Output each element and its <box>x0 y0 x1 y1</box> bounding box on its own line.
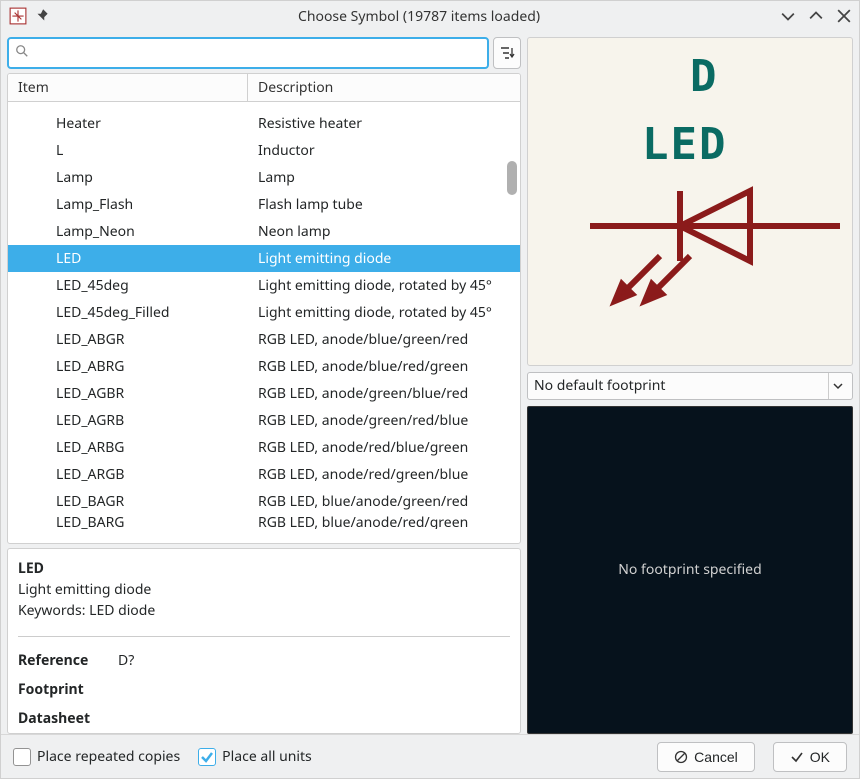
item-cell: LED_ARGB <box>8 465 248 484</box>
desc-cell: Resistive heater <box>248 114 520 133</box>
table-row[interactable]: LED_45degLight emitting diode, rotated b… <box>8 272 520 299</box>
place-all-label: Place all units <box>222 747 312 766</box>
table-row[interactable]: LED_AGBRRGB LED, anode/green/blue/red <box>8 380 520 407</box>
detail-field: ReferenceD? <box>18 651 510 670</box>
table-row[interactable]: LED_ABGRRGB LED, anode/blue/green/red <box>8 326 520 353</box>
chevron-down-icon <box>828 373 846 399</box>
desc-cell: RGB LED, blue/anode/red/green <box>248 515 520 529</box>
footprint-preview: No footprint specified <box>527 406 853 735</box>
detail-keywords: Keywords: LED diode <box>18 601 510 620</box>
preview-name: LED <box>642 119 727 170</box>
desc-cell: Neon lamp <box>248 222 520 241</box>
scrollbar-thumb[interactable] <box>507 161 517 195</box>
place-repeated-checkbox[interactable]: Place repeated copies <box>13 747 180 766</box>
desc-cell: RGB LED, anode/blue/red/green <box>248 357 520 376</box>
table-row[interactable]: LED_BARGRGB LED, blue/anode/red/green <box>8 515 520 529</box>
checkbox-checked-icon <box>198 748 216 766</box>
table-row[interactable]: Lamp_FlashFlash lamp tube <box>8 191 520 218</box>
item-cell: LED_45deg <box>8 276 248 295</box>
desc-cell: RGB LED, anode/green/red/blue <box>248 411 520 430</box>
item-cell: LED_45deg_Filled <box>8 303 248 322</box>
desc-cell: RGB LED, anode/green/blue/red <box>248 384 520 403</box>
desc-cell: RGB LED, anode/red/blue/green <box>248 438 520 457</box>
item-cell: Lamp_Flash <box>8 195 248 214</box>
minimize-icon[interactable] <box>781 9 795 23</box>
cancel-icon <box>674 750 688 764</box>
table-row[interactable]: LED_BAGRRGB LED, blue/anode/green/red <box>8 488 520 515</box>
filter-button[interactable] <box>493 37 521 69</box>
table-row[interactable]: LED_ABRGRGB LED, anode/blue/red/green <box>8 353 520 380</box>
table-row[interactable]: LEDLight emitting diode <box>8 245 520 272</box>
cancel-button[interactable]: Cancel <box>657 742 755 772</box>
search-box[interactable] <box>7 37 489 69</box>
table-row[interactable]: Lamp_NeonNeon lamp <box>8 218 520 245</box>
item-cell: LED_AGBR <box>8 384 248 403</box>
window-title: Choose Symbol (19787 items loaded) <box>57 7 781 26</box>
desc-cell: Light emitting diode, rotated by 45° <box>248 276 520 295</box>
item-cell: LED_BAGR <box>8 492 248 511</box>
desc-cell: RGB LED, anode/blue/green/red <box>248 330 520 349</box>
ok-button[interactable]: OK <box>773 742 847 772</box>
symbol-table: Item Description HallGeneratorHall effec… <box>7 73 521 544</box>
search-icon <box>15 44 29 63</box>
scrollbar[interactable] <box>505 103 519 542</box>
table-row[interactable]: LED_ARGBRGB LED, anode/red/green/blue <box>8 461 520 488</box>
item-cell: LED_BARG <box>8 515 248 529</box>
column-description[interactable]: Description <box>248 74 520 101</box>
checkbox-unchecked-icon <box>13 748 31 766</box>
footer: Place repeated copies Place all units Ca… <box>1 734 859 778</box>
table-header: Item Description <box>8 74 520 102</box>
desc-cell: Flash lamp tube <box>248 195 520 214</box>
detail-name: LED <box>18 559 510 578</box>
desc-cell: Lamp <box>248 168 520 187</box>
titlebar: Choose Symbol (19787 items loaded) <box>1 1 859 31</box>
footprint-preview-text: No footprint specified <box>618 560 761 579</box>
item-cell: LED_ARBG <box>8 438 248 457</box>
table-row[interactable]: LED_ARBGRGB LED, anode/red/blue/green <box>8 434 520 461</box>
item-cell: LED_ABGR <box>8 330 248 349</box>
table-row[interactable]: LED_AGRBRGB LED, anode/green/red/blue <box>8 407 520 434</box>
item-cell: Heater <box>8 114 248 133</box>
detail-desc: Light emitting diode <box>18 580 510 599</box>
check-icon <box>790 750 804 764</box>
table-body[interactable]: HallGeneratorHall effect generatorHeater… <box>8 102 520 543</box>
desc-cell: Light emitting diode, rotated by 45° <box>248 303 520 322</box>
pin-icon[interactable] <box>33 7 51 25</box>
table-row[interactable]: LInductor <box>8 137 520 164</box>
app-icon <box>9 7 27 25</box>
desc-cell: Light emitting diode <box>248 249 520 268</box>
desc-cell: RGB LED, anode/red/green/blue <box>248 465 520 484</box>
table-row[interactable]: HallGeneratorHall effect generator <box>8 102 520 110</box>
table-row[interactable]: LampLamp <box>8 164 520 191</box>
footprint-select[interactable]: No default footprint <box>527 372 853 400</box>
symbol-preview: D LED <box>527 37 853 366</box>
place-repeated-label: Place repeated copies <box>37 747 180 766</box>
table-row[interactable]: LED_45deg_FilledLight emitting diode, ro… <box>8 299 520 326</box>
desc-cell: Inductor <box>248 141 520 160</box>
column-item[interactable]: Item <box>8 74 248 101</box>
search-input[interactable] <box>35 45 481 61</box>
desc-cell: RGB LED, blue/anode/green/red <box>248 492 520 511</box>
item-cell: LED <box>8 249 248 268</box>
dialog-window: Choose Symbol (19787 items loaded) <box>0 0 860 779</box>
item-cell: Lamp_Neon <box>8 222 248 241</box>
detail-panel: LED Light emitting diode Keywords: LED d… <box>7 548 521 734</box>
preview-ref: D <box>690 51 719 102</box>
item-cell: Lamp <box>8 168 248 187</box>
item-cell: LED_ABRG <box>8 357 248 376</box>
item-cell: L <box>8 141 248 160</box>
maximize-icon[interactable] <box>809 9 823 23</box>
detail-field: Datasheet <box>18 709 510 728</box>
item-cell: LED_AGRB <box>8 411 248 430</box>
table-row[interactable]: HeaterResistive heater <box>8 110 520 137</box>
detail-field: Footprint <box>18 680 510 699</box>
footprint-select-label: No default footprint <box>534 376 665 395</box>
close-icon[interactable] <box>837 9 851 23</box>
place-all-checkbox[interactable]: Place all units <box>198 747 312 766</box>
